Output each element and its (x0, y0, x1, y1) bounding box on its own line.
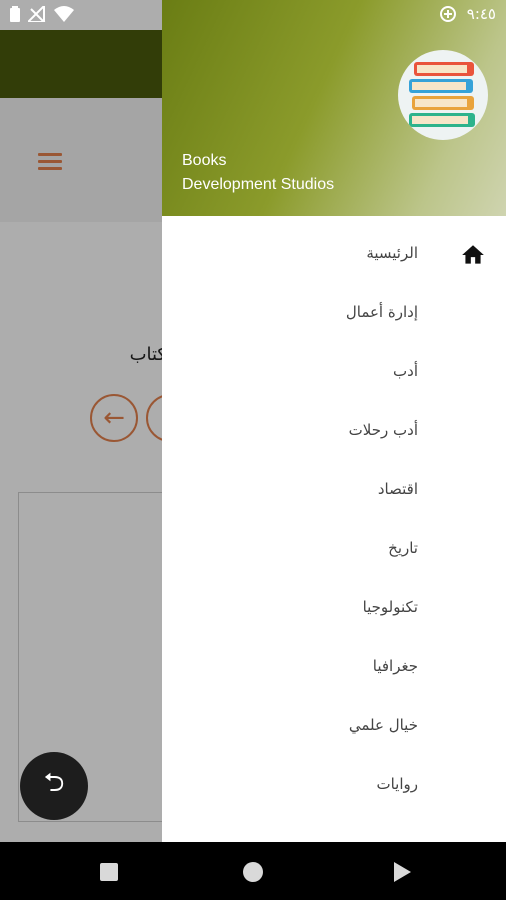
battery-icon (10, 6, 20, 22)
status-bar: ٩:٤٥ (0, 0, 506, 30)
status-time: ٩:٤٥ (466, 5, 496, 23)
drawer-item-cutoff[interactable] (162, 816, 506, 842)
signal-icon (28, 6, 46, 22)
drawer-item-label: جغرافيا (372, 657, 418, 675)
drawer-item-label: تاريخ (388, 539, 418, 557)
drawer-item-science-fiction[interactable]: خيال علمي (162, 698, 506, 757)
drawer-item-label: أدب (393, 362, 418, 380)
book-stack-icon (398, 50, 488, 140)
drawer-item-geography[interactable]: جغرافيا (162, 639, 506, 698)
system-nav-bar (0, 842, 506, 900)
recents-icon[interactable] (97, 860, 121, 884)
drawer-item-label: خيال علمي (348, 716, 418, 734)
undo-fab-button[interactable]: ⮌ (20, 752, 88, 820)
back-triangle-icon[interactable] (390, 860, 414, 884)
drawer-item-travel-literature[interactable]: أدب رحلات (162, 403, 506, 462)
drawer-item-technology[interactable]: تكنولوجيا (162, 580, 506, 639)
drawer-item-label: اقتصاد (377, 480, 418, 498)
undo-icon: ⮌ (43, 768, 65, 798)
drawer-item-economy[interactable]: اقتصاد (162, 462, 506, 521)
data-saver-icon (439, 6, 456, 22)
drawer-item-label: تكنولوجيا (362, 598, 418, 616)
drawer-item-novels[interactable]: روايات (162, 757, 506, 816)
drawer-header: Books Development Studios (162, 0, 506, 216)
drawer-item-label: روايات (376, 775, 418, 793)
drawer-developer-name: Development Studios (182, 176, 335, 193)
drawer-app-name: Books (182, 152, 227, 169)
drawer-menu: الرئيسية إدارة أعمال أدب أدب رحلات اقتصا… (162, 226, 506, 842)
drawer-item-home[interactable]: الرئيسية (162, 226, 506, 285)
drawer-item-history[interactable]: تاريخ (162, 521, 506, 580)
drawer-item-label: الرئيسية (366, 244, 418, 262)
wifi-icon (54, 6, 74, 22)
drawer-item-label: إدارة أعمال (345, 303, 418, 321)
home-circle-icon[interactable] (241, 860, 265, 884)
navigation-drawer: Books Development Studios الرئيسية إدارة… (162, 0, 506, 842)
drawer-item-business[interactable]: إدارة أعمال (162, 285, 506, 344)
drawer-item-label: أدب رحلات (348, 421, 418, 439)
drawer-item-literature[interactable]: أدب (162, 344, 506, 403)
home-icon (462, 245, 484, 264)
